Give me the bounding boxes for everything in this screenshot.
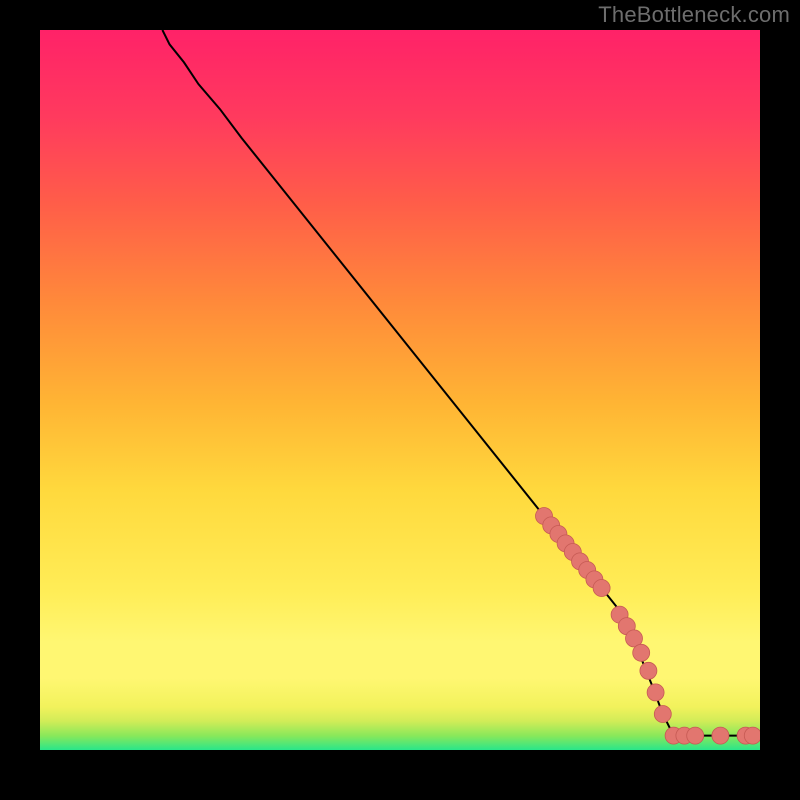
data-marker xyxy=(640,662,657,679)
data-marker xyxy=(647,684,664,701)
data-marker xyxy=(712,727,729,744)
bottleneck-curve xyxy=(162,30,673,736)
chart-svg xyxy=(40,30,760,750)
chart-frame: TheBottleneck.com xyxy=(0,0,800,800)
attribution-text: TheBottleneck.com xyxy=(598,2,790,28)
plot-area xyxy=(40,30,760,750)
data-marker xyxy=(654,706,671,723)
data-marker xyxy=(633,644,650,661)
data-marker xyxy=(687,727,704,744)
data-markers xyxy=(536,508,761,745)
data-marker xyxy=(744,727,760,744)
data-marker xyxy=(593,580,610,597)
